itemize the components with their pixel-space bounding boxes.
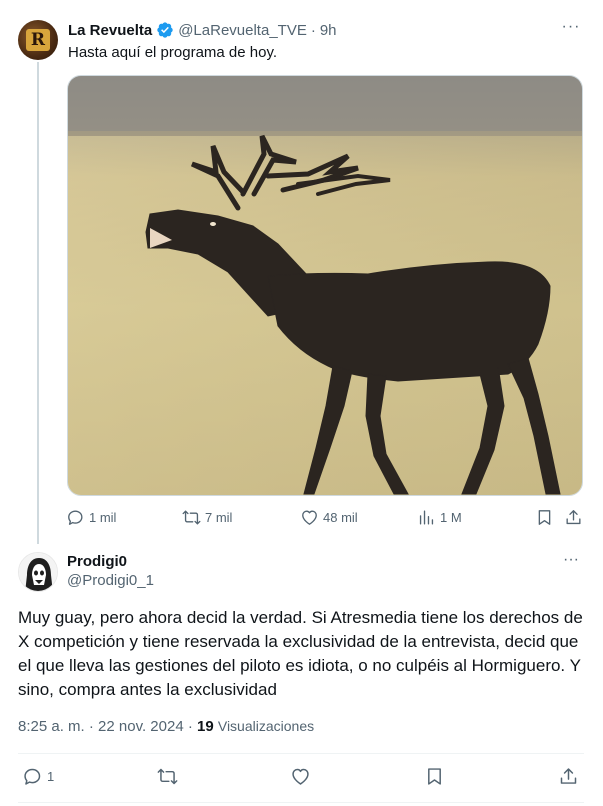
reply-icon [68,510,83,525]
thread-connector-line [37,62,39,544]
tweet-header: La Revuelta @LaRevuelta_TVE · 9h [68,20,337,40]
bar-chart-icon [419,510,434,525]
tweet-actions: 1 [18,766,588,790]
avatar[interactable] [18,552,58,592]
tweet-timestamp[interactable]: 8:25 a. m. · 22 nov. 2024 · [18,718,197,735]
like-button[interactable] [290,766,311,787]
views-count: 1 M [440,510,462,525]
share-icon [560,768,577,784]
avatar[interactable]: R [18,20,58,60]
reply-icon [24,768,41,785]
share-icon [566,510,581,525]
repost-count: 7 mil [205,510,233,525]
reply-count: 1 mil [89,510,117,525]
deer-photo [68,76,582,495]
more-options-icon[interactable]: ··· [561,19,581,40]
views-button[interactable]: 1 M [417,508,462,527]
tweet-metadata: 8:25 a. m. · 22 nov. 2024 · 19 Visualiza… [18,718,314,735]
more-options-icon[interactable]: ··· [561,552,581,573]
tweet-time[interactable]: 9h [320,22,337,39]
verified-badge-icon [157,22,173,38]
like-button[interactable]: 48 mil [300,508,358,527]
author-handle[interactable]: @Prodigi0_1 [67,572,154,589]
like-count: 48 mil [323,510,358,525]
author-name[interactable]: Prodigi0 [67,553,127,570]
bookmark-icon [538,510,551,525]
author-name[interactable]: La Revuelta [68,22,152,39]
views-label: Visualizaciones [217,718,315,734]
repost-button[interactable] [157,766,178,787]
repost-icon [182,510,201,525]
reply-button[interactable]: 1 [22,766,54,787]
tweet-text: Muy guay, pero ahora decid la verdad. Si… [18,608,583,699]
heart-icon [292,768,309,785]
separator-dot: · [310,21,316,39]
author-handle[interactable]: @LaRevuelta_TVE [178,22,307,39]
tweet-actions: 1 mil 7 mil 48 mil 1 M [66,508,586,530]
tweet-text: Hasta aquí el programa de hoy. [68,44,278,61]
divider [18,802,584,803]
share-button[interactable] [558,766,579,787]
tweet-media-image[interactable] [67,75,583,496]
bookmark-button[interactable] [424,766,445,787]
divider [18,753,584,754]
repost-button[interactable]: 7 mil [182,508,232,527]
views-count: 19 [197,718,214,735]
hooded-figure-icon [19,553,57,591]
reply-count: 1 [47,769,55,784]
bookmark-button[interactable] [535,508,554,527]
repost-icon [157,768,178,785]
logo-letter: R [30,30,46,50]
share-button[interactable] [564,508,583,527]
heart-icon [302,510,317,525]
reply-button[interactable]: 1 mil [66,508,116,527]
bookmark-icon [428,768,441,785]
